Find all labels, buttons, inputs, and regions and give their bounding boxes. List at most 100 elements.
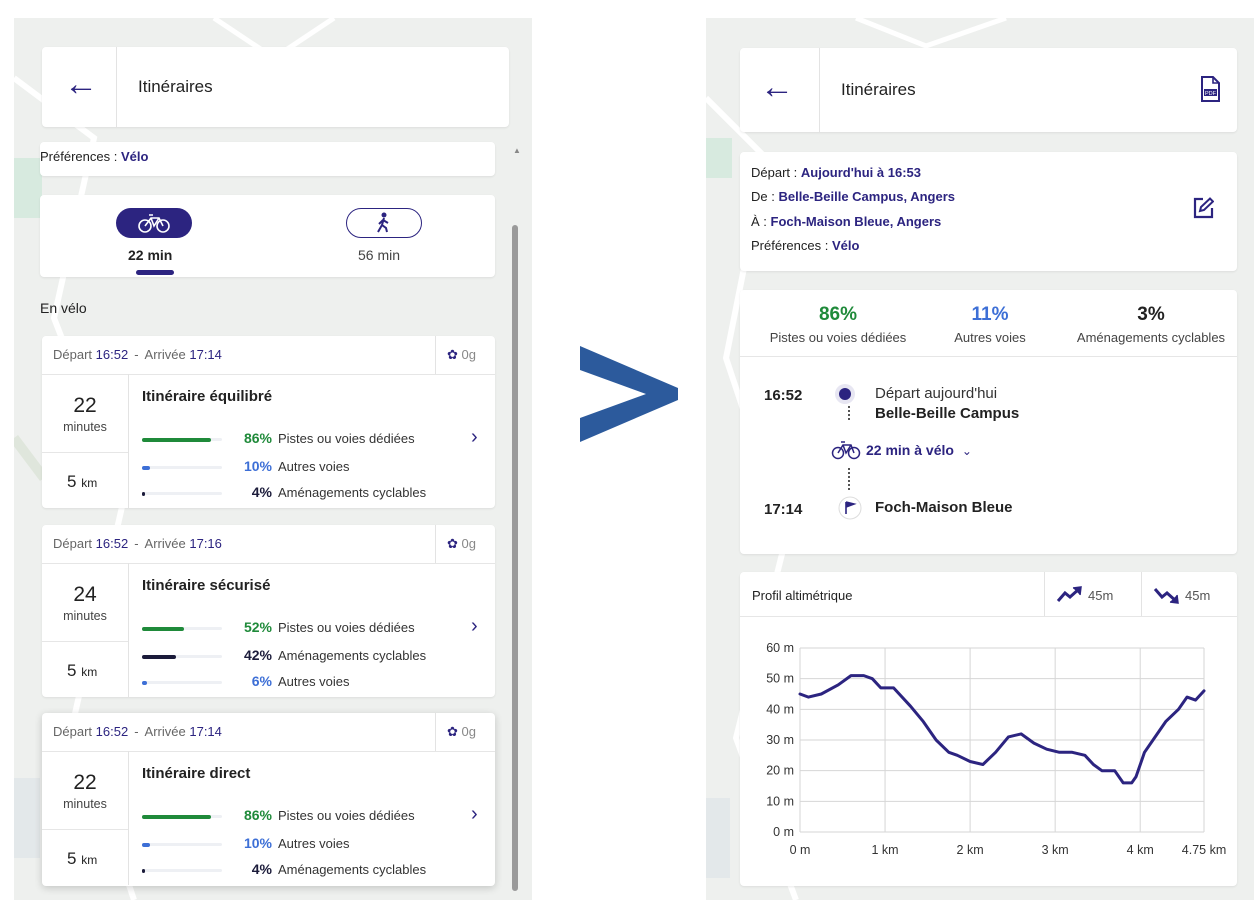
bar-fill [142, 626, 184, 631]
duration-unit: minutes [63, 797, 107, 811]
bicycle-icon [831, 441, 861, 460]
bicycle-icon [138, 214, 170, 233]
stat-percent: 86% [818, 304, 858, 325]
co2-info: ✿ 0g [447, 347, 476, 363]
depart-label: Départ [53, 347, 93, 362]
route-header-divider [42, 374, 495, 375]
bar-track [142, 680, 222, 685]
to-value: Foch-Maison Bleue, Angers [770, 214, 942, 229]
co2-divider [435, 336, 436, 374]
co2-value: 0g [461, 347, 476, 362]
route-card[interactable]: Départ 16:52- Arrivée 17:14 ✿ 0g 22 minutes 5… [42, 336, 495, 508]
bar-track [142, 491, 222, 496]
elevation-divider [1141, 572, 1142, 616]
distance-unit: km [81, 853, 98, 867]
chevron-right-icon[interactable]: › [471, 615, 478, 638]
chevron-right-icon[interactable]: › [471, 426, 478, 449]
back-arrow-icon[interactable]: ← [760, 70, 794, 104]
distance: 5 km [67, 849, 97, 869]
duration-value: 24 [73, 583, 97, 606]
bar-percent: 52% [243, 619, 272, 635]
route-left-divider [128, 751, 129, 885]
route-name: Itinéraire direct [142, 765, 251, 782]
bar-label: Aménagements cyclables [278, 648, 427, 663]
time-separator: - [134, 347, 139, 362]
bar-percent: 10% [243, 458, 272, 474]
ride-duration-toggle[interactable]: 22 min à vélo ⌄ [866, 442, 972, 458]
elevation-title: Profil altimétrique [752, 588, 853, 603]
stat-percent: 11% [971, 304, 1009, 325]
route-detail: 86% Pistes ou voies dédiées 11% Autres voie… [740, 290, 1237, 554]
mode-walk-button[interactable] [346, 208, 422, 238]
x-tick-label: 4 km [1127, 843, 1154, 857]
route-name: Itinéraire équilibré [142, 388, 273, 405]
y-tick-label: 60 m [766, 641, 794, 655]
co2-value: 0g [461, 724, 476, 739]
arrive-time: 17:16 [189, 536, 222, 551]
distance-unit: km [81, 665, 98, 679]
from-label: De : [751, 189, 775, 204]
chevron-right-icon[interactable]: › [471, 803, 478, 826]
y-tick-label: 20 m [766, 764, 794, 778]
co2-info: ✿ 0g [447, 724, 476, 740]
arrive-time: 17:14 [189, 347, 222, 362]
header-divider [116, 47, 117, 127]
bar-label: Pistes ou voies dédiées [278, 431, 415, 446]
bar-label: Autres voies [278, 459, 350, 474]
bar-label: Autres voies [278, 674, 350, 689]
bar-fill [142, 868, 145, 873]
start-place: Belle-Beille Campus [875, 405, 1020, 422]
back-arrow-icon[interactable]: ← [64, 67, 98, 101]
scroll-up-arrow-icon[interactable]: ▲ [513, 146, 521, 155]
edit-icon[interactable] [1192, 197, 1214, 219]
bar-fill [142, 654, 176, 659]
bar-fill [142, 437, 211, 442]
preferences-card[interactable]: Préférences : Vélo [40, 142, 495, 176]
scrollbar[interactable] [512, 225, 518, 891]
arrive-time: 17:14 [189, 724, 222, 739]
stat-label: Pistes ou voies dédiées [769, 330, 907, 345]
y-tick-label: 40 m [766, 702, 794, 716]
route-card[interactable]: Départ 16:52- Arrivée 17:14 ✿ 0g 22 minutes 5… [42, 713, 495, 886]
duration-value: 22 [73, 771, 97, 794]
x-tick-label: 2 km [957, 843, 984, 857]
distance: 5 km [67, 661, 97, 681]
co2-info: ✿ 0g [447, 536, 476, 552]
route-name: Itinéraire sécurisé [142, 577, 271, 594]
depart-label: Départ [53, 724, 93, 739]
ride-duration-text: 22 min à vélo [866, 442, 954, 458]
depart-label: Départ [53, 536, 93, 551]
walking-person-icon [377, 212, 389, 233]
route-times: Départ 16:52- Arrivée 17:14 [53, 724, 222, 739]
route-times: Départ 16:52- Arrivée 17:16 [53, 536, 222, 551]
ascent-value: 45m [1088, 588, 1114, 603]
bar-percent: 86% [243, 807, 272, 823]
bar-fill [142, 465, 150, 470]
bar-label: Pistes ou voies dédiées [278, 620, 415, 635]
mode-walk-time: 56 min [358, 247, 401, 263]
distance-value: 5 [67, 661, 77, 680]
start-dot-icon [839, 388, 851, 400]
preferences-label: Préférences : [40, 149, 118, 164]
bar-label: Autres voies [278, 836, 350, 851]
bar-fill [142, 491, 145, 496]
route-card[interactable]: Départ 16:52- Arrivée 17:16 ✿ 0g 24 minutes 5… [42, 525, 495, 697]
bar-percent: 6% [251, 673, 272, 689]
bar-track [142, 626, 222, 631]
x-tick-label: 1 km [872, 843, 899, 857]
duration-unit: minutes [63, 420, 107, 434]
mode-bike-button[interactable] [116, 208, 192, 238]
depart-line: Départ : Aujourd'hui à 16:53 [751, 165, 921, 180]
to-label: À : [751, 214, 767, 229]
y-tick-label: 10 m [766, 794, 794, 808]
time-separator: - [134, 724, 139, 739]
descent-value: 45m [1185, 588, 1211, 603]
bar-fill [142, 842, 150, 847]
pdf-icon[interactable]: PDF [1200, 76, 1220, 102]
bar-label: Aménagements cyclables [278, 862, 427, 877]
bar-percent: 42% [243, 647, 272, 663]
stat-label: Autres voies [954, 330, 1026, 345]
bar-label: Aménagements cyclables [278, 485, 427, 500]
to-line: À : Foch-Maison Bleue, Angers [751, 214, 941, 229]
timeline-dots [848, 468, 850, 490]
